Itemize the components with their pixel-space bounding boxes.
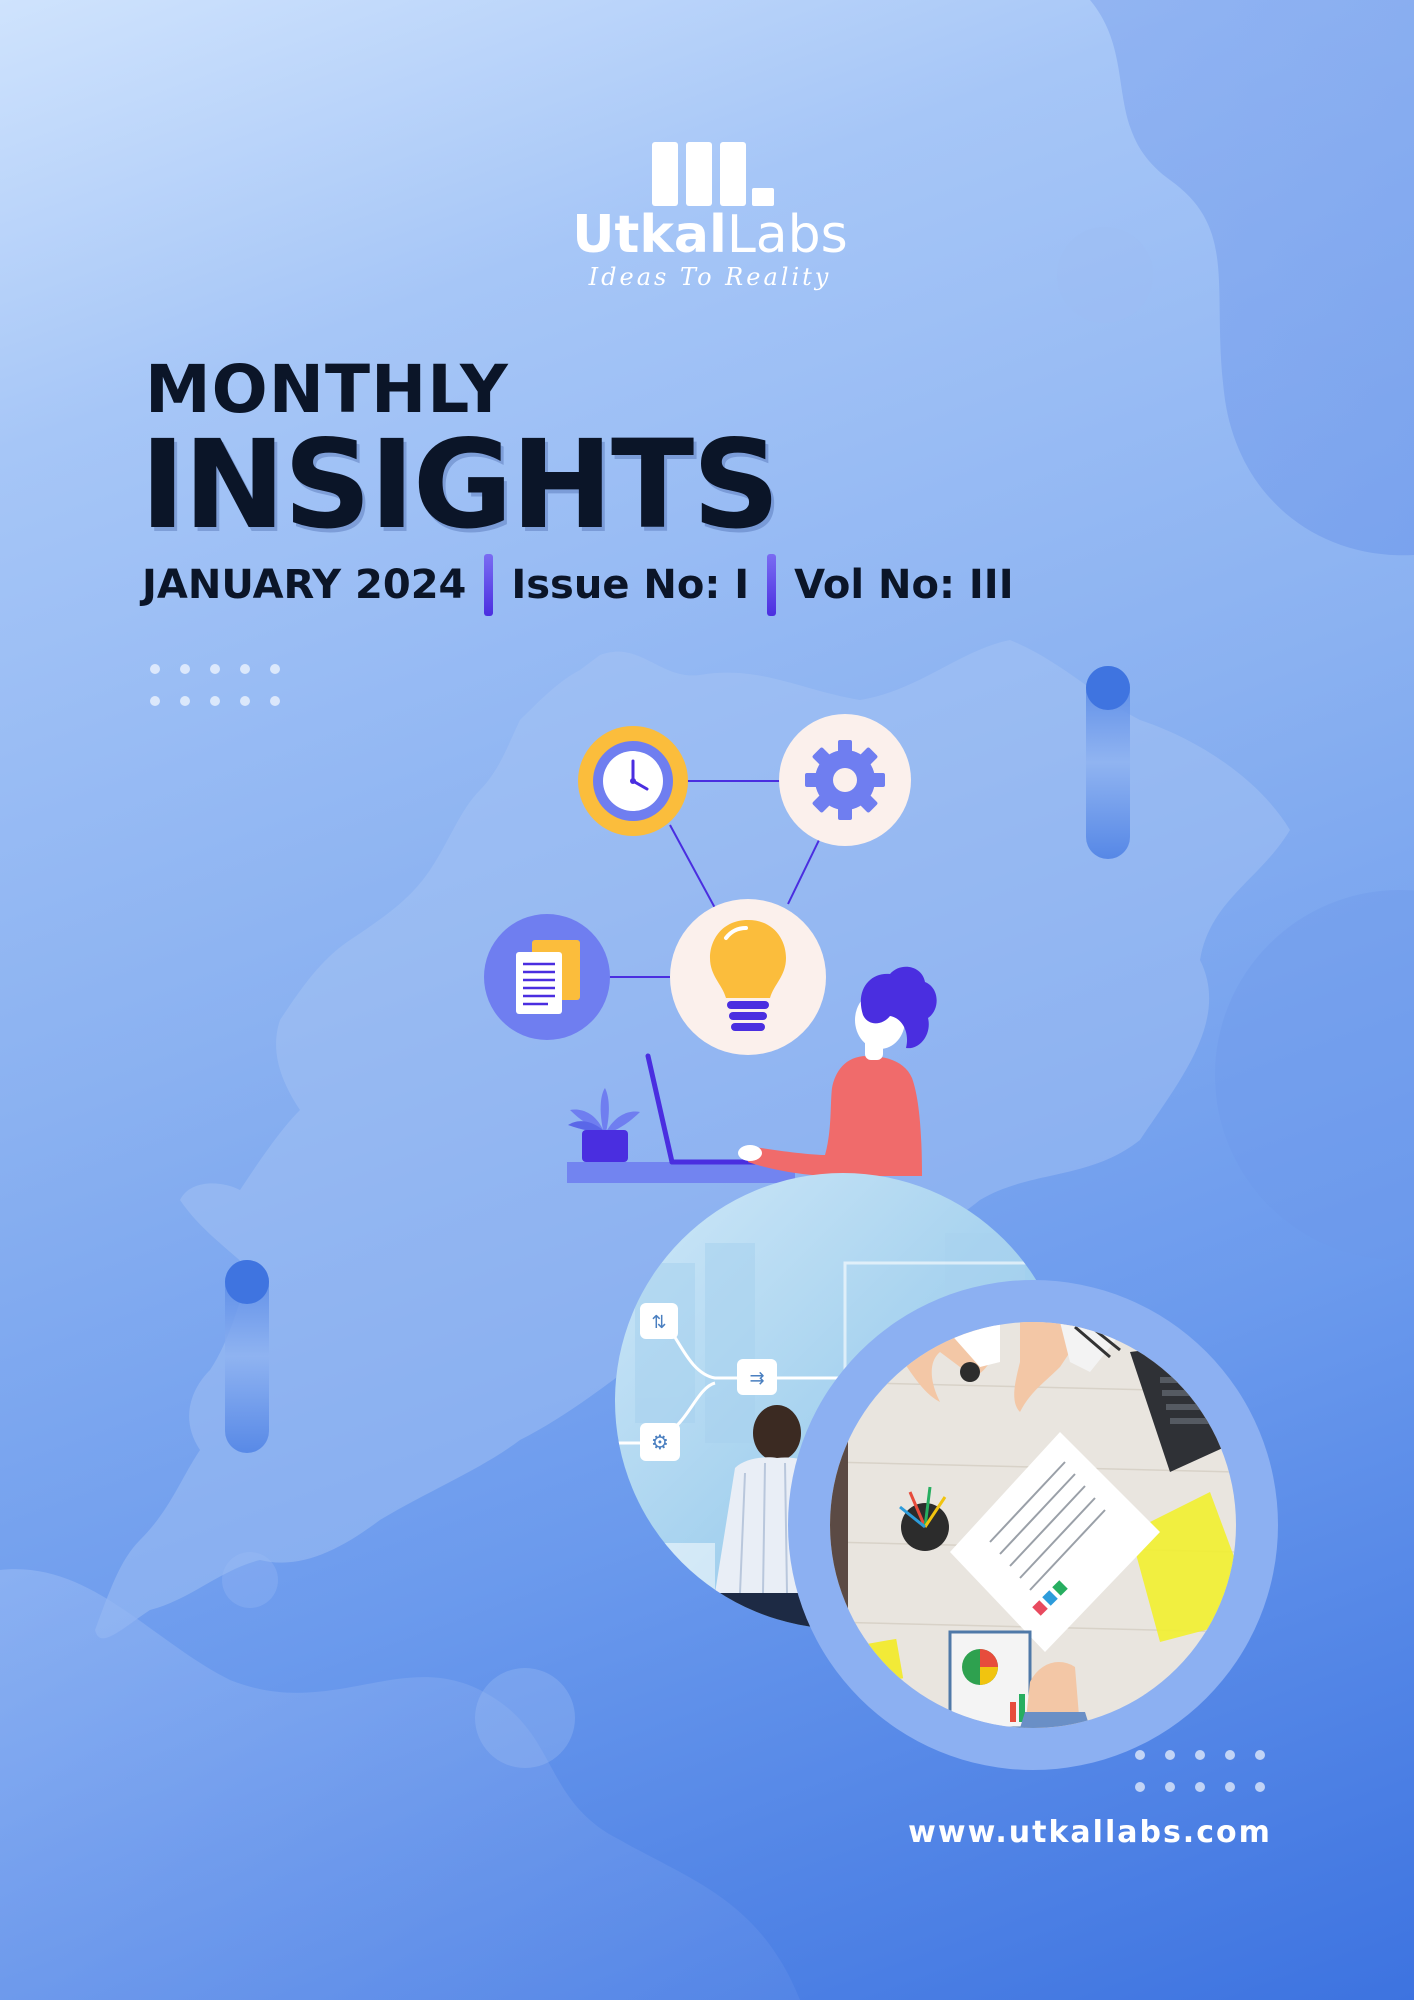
workflow-node-merge-icon: ⇉ bbox=[737, 1359, 777, 1395]
lightbulb-icon bbox=[670, 899, 826, 1055]
bottom-left-wave bbox=[0, 1569, 800, 2000]
svg-text:⇉: ⇉ bbox=[749, 1368, 764, 1389]
separator-bar bbox=[484, 554, 494, 616]
website-url: www.utkallabs.com bbox=[908, 1815, 1272, 1850]
ideas-illustration bbox=[484, 714, 937, 1183]
dot-grid-bottom-right bbox=[1135, 1750, 1265, 1792]
team-meeting-photo bbox=[830, 1322, 1236, 1728]
svg-text:⚙: ⚙ bbox=[651, 1430, 669, 1454]
issue-info-row: JANUARY 2024 Issue No: I Vol No: III bbox=[142, 554, 1014, 616]
team-meeting-photo-frame bbox=[788, 1280, 1278, 1770]
logo-name-bold: Utkal bbox=[572, 205, 727, 265]
utkallabs-logo: UtkalLabs Ideas To Reality bbox=[560, 140, 860, 290]
logo-tagline: Ideas To Reality bbox=[588, 263, 832, 291]
logo-name-light: Labs bbox=[726, 205, 848, 265]
workflow-node-gears-icon: ⚙ bbox=[640, 1423, 680, 1461]
documents-icon bbox=[484, 914, 610, 1040]
issue-number: Issue No: I bbox=[511, 562, 750, 608]
logo-wordmark: UtkalLabs bbox=[560, 206, 860, 264]
laptop-icon bbox=[645, 1053, 785, 1165]
svg-text:⇅: ⇅ bbox=[651, 1312, 666, 1333]
gear-icon bbox=[779, 714, 911, 846]
workflow-node-arrows-icon: ⇅ bbox=[640, 1303, 678, 1339]
clock-icon bbox=[578, 726, 688, 836]
plant-icon bbox=[568, 1088, 640, 1162]
separator-bar bbox=[767, 554, 777, 616]
dot-grid-top-left bbox=[150, 664, 280, 706]
cover-title: INSIGHTS bbox=[140, 414, 780, 556]
issue-date: JANUARY 2024 bbox=[142, 562, 467, 608]
volume-number: Vol No: III bbox=[794, 562, 1014, 608]
logo-bars-icon bbox=[652, 142, 774, 206]
newsletter-cover: UtkalLabs Ideas To Reality MONTHLY INSIG… bbox=[0, 0, 1414, 2000]
